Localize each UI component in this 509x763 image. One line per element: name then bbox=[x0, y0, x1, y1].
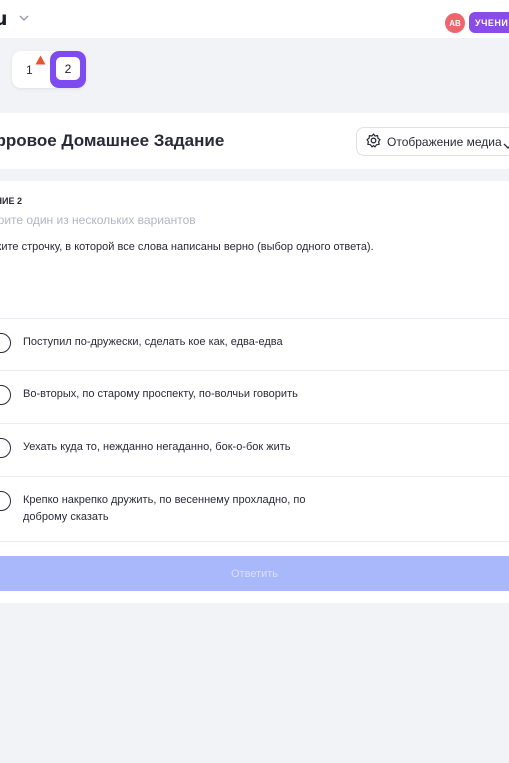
question-nav-item-1[interactable]: 1 bbox=[26, 63, 33, 77]
answer-option[interactable]: Крепко накрепко дружить, по весеннему пр… bbox=[0, 477, 509, 541]
task-question: жите строчку, в которой все слова написа… bbox=[0, 241, 374, 253]
app-logo[interactable]: u bbox=[0, 8, 8, 30]
answer-option-text: Во-вторых, по старому проспекту, по-волч… bbox=[23, 388, 298, 400]
answer-option-text: Крепко накрепко дружить, по весеннему пр… bbox=[23, 494, 306, 523]
chevron-down-icon[interactable] bbox=[18, 10, 30, 28]
avatar[interactable]: АВ bbox=[445, 13, 465, 33]
question-nav-item-2[interactable]: 2 bbox=[50, 51, 86, 88]
radio-button[interactable] bbox=[0, 333, 11, 353]
top-bar bbox=[0, 0, 509, 38]
answer-option[interactable]: Поступил по-дружески, сделать кое как, е… bbox=[0, 319, 509, 370]
chevron-down-icon bbox=[503, 137, 509, 155]
divider bbox=[0, 541, 509, 542]
answer-option[interactable]: Во-вторых, по старому проспекту, по-волч… bbox=[0, 371, 509, 423]
answer-option-text: Уехать куда то, нежданно негаданно, бок-… bbox=[23, 441, 291, 453]
radio-button[interactable] bbox=[0, 491, 11, 511]
submit-answer-button[interactable]: Ответить bbox=[0, 556, 509, 591]
radio-button[interactable] bbox=[0, 438, 11, 458]
warning-icon bbox=[35, 52, 46, 70]
answer-option[interactable]: Уехать куда то, нежданно негаданно, бок-… bbox=[0, 424, 509, 476]
task-number-label: АНИЕ 2 bbox=[0, 196, 22, 206]
role-badge: УЧЕНИ bbox=[469, 12, 509, 33]
task-hint: ерите один из нескольких вариантов bbox=[0, 213, 196, 227]
media-display-label: Отображение медиа bbox=[387, 135, 502, 149]
radio-button[interactable] bbox=[0, 385, 11, 405]
page-title: фровое Домашнее Задание bbox=[0, 131, 225, 150]
gear-icon bbox=[366, 133, 381, 153]
answer-option-text: Поступил по-дружески, сделать кое как, е… bbox=[23, 336, 283, 348]
question-nav-item-2-label: 2 bbox=[56, 57, 80, 80]
